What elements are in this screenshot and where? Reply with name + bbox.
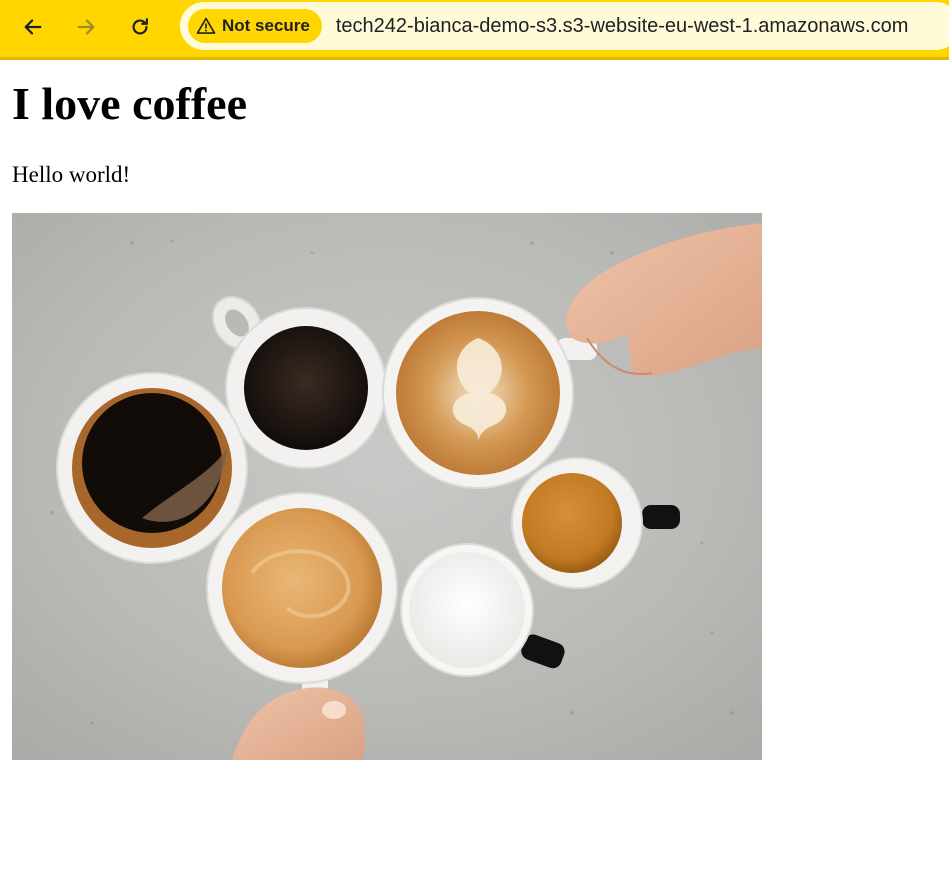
reload-icon xyxy=(132,18,148,35)
coffee-cups-photo xyxy=(12,213,762,760)
security-label: Not secure xyxy=(222,16,310,35)
page-paragraph: Hello world! xyxy=(12,162,131,187)
arrow-right-icon xyxy=(77,19,95,35)
browser-toolbar: Not secure tech242-bianca-demo-s3.s3-web… xyxy=(0,0,949,60)
arrow-left-icon xyxy=(24,19,42,35)
back-button[interactable] xyxy=(15,9,51,45)
url-text: tech242-bianca-demo-s3.s3-website-eu-wes… xyxy=(335,14,909,37)
warning-triangle-icon xyxy=(196,17,216,34)
page-heading: I love coffee xyxy=(12,78,247,129)
security-indicator[interactable]: Not secure xyxy=(188,9,322,43)
reload-button[interactable] xyxy=(122,9,158,45)
forward-button[interactable] xyxy=(68,9,104,45)
address-bar[interactable]: Not secure tech242-bianca-demo-s3.s3-web… xyxy=(180,2,949,50)
